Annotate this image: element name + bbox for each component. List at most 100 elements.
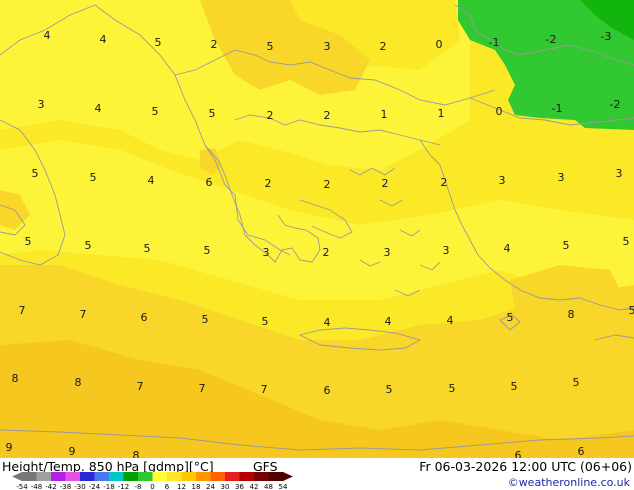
temperature-label: 3 (263, 246, 270, 259)
color-scale-swatch (36, 472, 52, 481)
color-scale-swatches (12, 472, 293, 481)
temperature-label: 5 (507, 311, 514, 324)
color-scale-swatch (22, 472, 37, 481)
color-scale-tick-label: 6 (165, 483, 170, 490)
color-scale-swatch (109, 472, 124, 481)
color-scale-swatch (123, 472, 139, 481)
color-scale-swatch (225, 472, 240, 481)
temperature-label: 8 (133, 449, 140, 458)
temperature-label: 5 (209, 107, 216, 120)
temperature-label: 5 (155, 36, 162, 49)
color-scale-tick-label: 48 (264, 483, 273, 490)
color-scale-tick-label: -30 (74, 483, 85, 490)
color-scale-tick-label: 12 (177, 483, 186, 490)
temperature-label: 5 (25, 235, 32, 248)
temperature-label: 2 (324, 109, 331, 122)
temperature-label: 3 (616, 167, 623, 180)
temperature-label: 5 (152, 105, 159, 118)
temperature-label: 5 (386, 383, 393, 396)
temperature-label: 5 (629, 304, 634, 317)
color-scale-tick-label: -48 (31, 483, 42, 490)
color-scale-tick-label: -8 (135, 483, 142, 490)
temperature-label: 2 (380, 40, 387, 53)
temperature-label: 1 (381, 108, 388, 121)
temperature-label: 5 (32, 167, 39, 180)
temperature-label: 9 (6, 441, 13, 454)
color-scale-ticks: -54 -48 -42 -38 -30 -24 -18 -12 -8 0 6 12 18 24 30 36 42… (16, 483, 288, 490)
color-scale-swatch (196, 472, 211, 481)
temperature-label: 7 (19, 304, 26, 317)
temperature-label: 5 (511, 380, 518, 393)
credit-link[interactable]: ©weatheronline.co.uk (508, 476, 630, 489)
color-scale-swatch (80, 472, 95, 481)
temperature-label: 8 (12, 372, 19, 385)
temperature-label: 0 (496, 105, 503, 118)
temperature-label: 5 (204, 244, 211, 257)
color-scale-swatch (268, 472, 284, 481)
temperature-label: 6 (515, 449, 522, 458)
color-scale-tick-label: -24 (89, 483, 101, 490)
temperature-label: 4 (148, 174, 155, 187)
temperature-label: 7 (80, 308, 87, 321)
temperature-label: 2 (441, 176, 448, 189)
temperature-label: 5 (623, 235, 630, 248)
color-scale-swatch (181, 472, 197, 481)
map-canvas: 4 4 5 2 5 3 2 0 -1 -2 -3 3 4 5 5 2 2 1 1 0 -1 -2 5 5 4 6 2 2 2 2 3 3 3 5 5… (0, 0, 634, 458)
temperature-label: 2 (211, 38, 218, 51)
color-scale-swatch (254, 472, 269, 481)
temperature-label: 6 (206, 176, 213, 189)
color-scale-swatch (239, 472, 255, 481)
color-scale-high-arrow (283, 472, 293, 481)
temperature-label: 2 (324, 178, 331, 191)
color-scale-swatch (152, 472, 168, 481)
temperature-label: 3 (384, 246, 391, 259)
temperature-label: 4 (44, 29, 51, 42)
color-scale-swatch (51, 472, 66, 481)
temperature-label: 4 (447, 314, 454, 327)
temperature-label: 5 (267, 40, 274, 53)
temperature-label: 3 (558, 171, 565, 184)
temperature-label: 5 (573, 376, 580, 389)
temperature-label: 8 (75, 376, 82, 389)
color-scale-swatch (210, 472, 226, 481)
color-scale-tick-label: 0 (150, 483, 154, 490)
temperature-label: 0 (436, 38, 443, 51)
color-scale-swatch (167, 472, 182, 481)
color-scale-tick-label: -38 (60, 483, 71, 490)
temperature-label: 5 (85, 239, 92, 252)
color-scale-tick-label: -18 (103, 483, 114, 490)
temperature-label: 3 (324, 40, 331, 53)
temperature-label: -2 (610, 98, 621, 111)
temperature-label: 4 (95, 102, 102, 115)
temperature-label: 4 (385, 315, 392, 328)
color-scale-tick-label: 36 (235, 483, 244, 490)
temperature-label: 5 (449, 382, 456, 395)
temperature-label: 2 (323, 246, 330, 259)
temperature-label: 5 (144, 242, 151, 255)
temperature-label: 7 (261, 383, 268, 396)
temperature-label: 7 (137, 380, 144, 393)
temperature-label: 2 (267, 109, 274, 122)
temperature-label: 6 (324, 384, 331, 397)
temperature-label: -1 (552, 102, 563, 115)
temperature-label: 3 (443, 244, 450, 257)
temperature-label: 5 (90, 171, 97, 184)
color-scale-tick-label: 18 (192, 483, 201, 490)
temperature-label: 1 (438, 107, 445, 120)
color-scale-swatch (94, 472, 110, 481)
color-scale-swatch (138, 472, 153, 481)
color-scale-tick-label: -12 (118, 483, 129, 490)
temperature-label: 4 (504, 242, 511, 255)
temperature-label: 9 (69, 445, 76, 458)
temperature-label: 8 (568, 308, 575, 321)
temperature-label: 4 (324, 316, 331, 329)
color-scale-tick-label: -42 (45, 483, 56, 490)
color-scale-swatch (65, 472, 81, 481)
temperature-label: 2 (265, 177, 272, 190)
color-scale-low-arrow (12, 472, 22, 481)
temperature-label: 3 (38, 98, 45, 111)
temperature-label: -1 (489, 36, 500, 49)
temperature-label: 5 (563, 239, 570, 252)
temperature-label: -3 (601, 30, 612, 43)
temperature-label: 5 (262, 315, 269, 328)
